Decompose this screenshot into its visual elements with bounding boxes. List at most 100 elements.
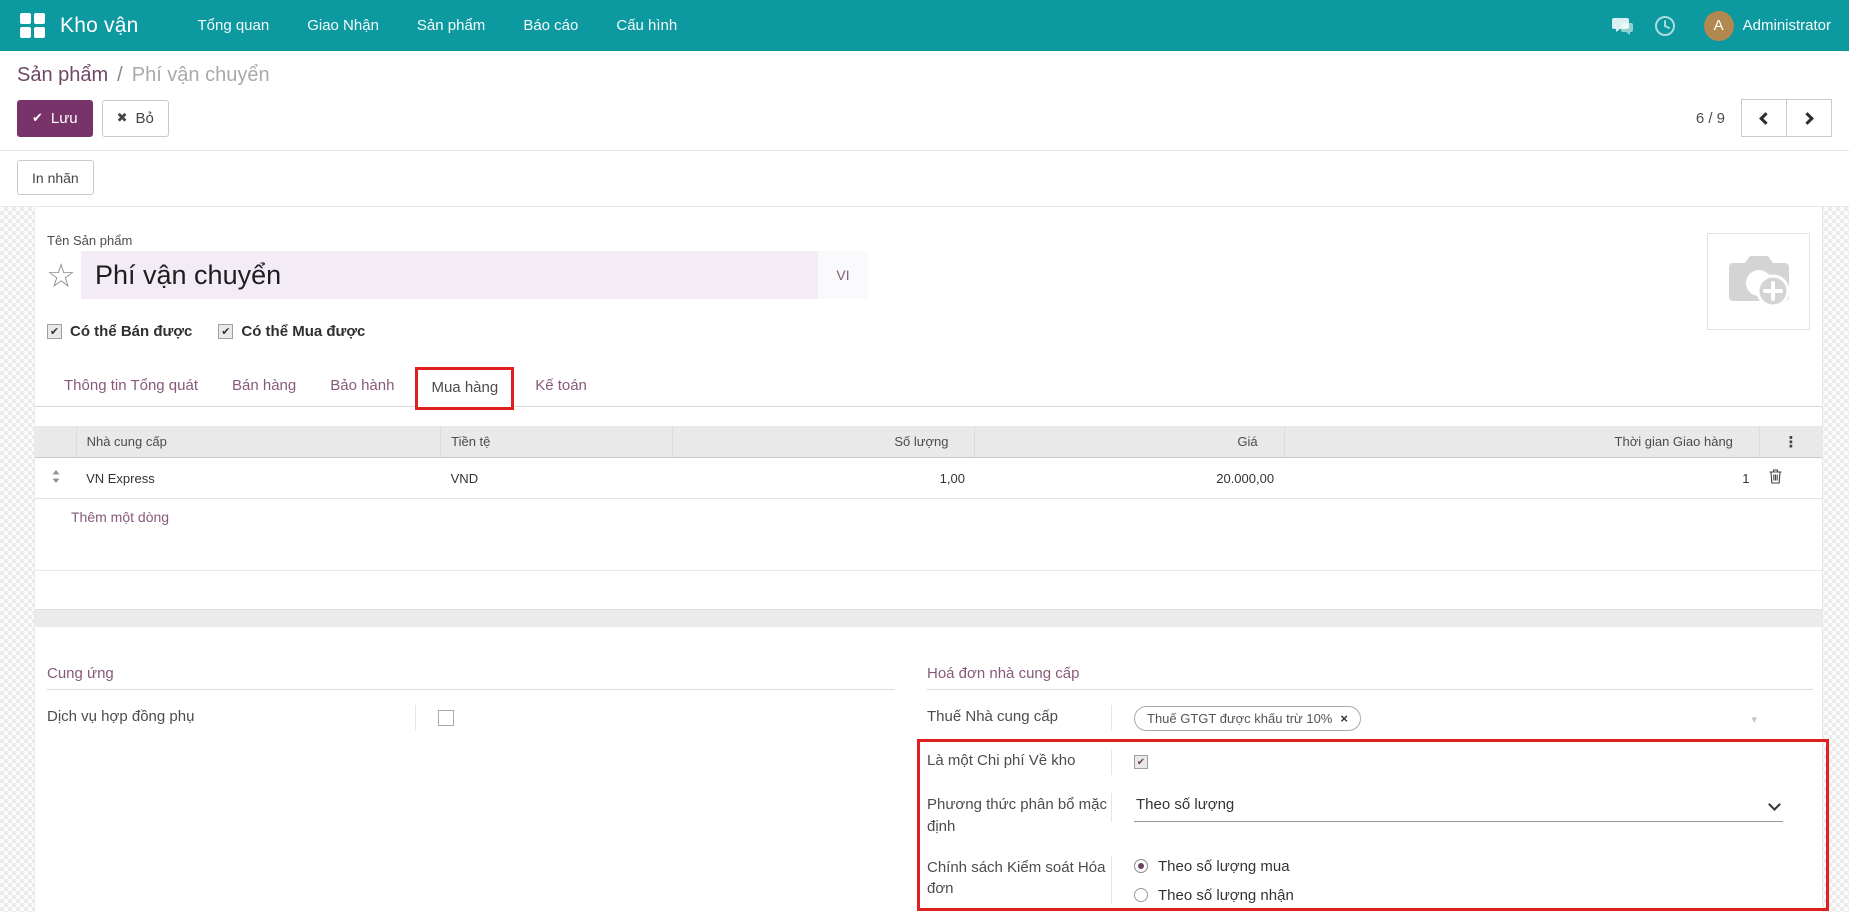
messages-icon[interactable] xyxy=(1606,9,1640,43)
handle-column-header xyxy=(35,426,76,458)
tax-tag[interactable]: Thuế GTGT được khấu trừ 10% × xyxy=(1134,706,1361,731)
menu-transfers[interactable]: Giao Nhận xyxy=(288,0,398,51)
radio-option-on-ordered[interactable]: Theo số lượng mua xyxy=(1134,858,1294,875)
cell-price[interactable]: 20.000,00 xyxy=(975,458,1284,499)
split-method-value: Theo số lượng xyxy=(1136,796,1234,813)
pager-next-button[interactable] xyxy=(1786,99,1832,137)
radio-unselected-icon[interactable] xyxy=(1134,888,1148,902)
add-line-link[interactable]: Thêm một dòng xyxy=(71,509,169,525)
menu-overview[interactable]: Tổng quan xyxy=(178,0,288,51)
pager: 6 / 9 xyxy=(1696,99,1832,137)
menu-configuration[interactable]: Cấu hình xyxy=(597,0,696,51)
landed-cost-checkbox[interactable]: ✔ xyxy=(1134,755,1148,769)
vendor-bills-group: Hoá đơn nhà cung cấp Thuế Nhà cung cấp T… xyxy=(927,665,1813,912)
breadcrumb-separator: / xyxy=(117,64,123,87)
favorite-star-icon[interactable]: ☆ xyxy=(41,259,81,292)
can-purchase-field: ✔ Có thể Mua được xyxy=(218,323,365,340)
chevron-right-icon xyxy=(1801,112,1814,125)
save-button-label: Lưu xyxy=(51,110,78,127)
subcontract-checkbox[interactable] xyxy=(438,710,454,726)
tax-tag-label: Thuế GTGT được khấu trừ 10% xyxy=(1147,711,1332,726)
tab-sales[interactable]: Bán hàng xyxy=(215,365,313,406)
cell-delivery[interactable]: 1 xyxy=(1284,458,1759,499)
cell-quantity[interactable]: 1,00 xyxy=(673,458,975,499)
bottom-field-groups: Cung ứng Dịch vụ hợp đồng phụ Hoá đơn nh… xyxy=(35,665,1822,912)
procurement-section-title: Cung ứng xyxy=(47,665,895,690)
breadcrumb-parent[interactable]: Sản phẩm xyxy=(17,64,108,87)
control-panel-buttons: ✔ Lưu ✖ Bỏ 6 / 9 xyxy=(0,89,1849,151)
procurement-group: Cung ứng Dịch vụ hợp đồng phụ xyxy=(47,665,895,912)
top-navbar: Kho vận Tổng quan Giao Nhận Sản phẩm Báo… xyxy=(0,0,1849,51)
column-header-delivery[interactable]: Thời gian Giao hàng xyxy=(1284,426,1759,458)
row-drag-handle[interactable] xyxy=(35,458,76,499)
trash-icon xyxy=(1769,469,1782,484)
column-header-currency[interactable]: Tiền tệ xyxy=(441,426,673,458)
action-buttons-row: In nhãn xyxy=(0,151,1849,207)
radio-selected-icon[interactable] xyxy=(1134,859,1148,873)
list-empty-area xyxy=(35,535,1822,571)
invoice-policy-label: Chính sách Kiểm soát Hóa đơn xyxy=(927,856,1111,901)
discard-button[interactable]: ✖ Bỏ xyxy=(102,100,169,137)
print-label-button[interactable]: In nhãn xyxy=(17,160,94,195)
discard-button-label: Bỏ xyxy=(136,110,154,127)
pager-count: 6 / 9 xyxy=(1696,110,1725,127)
can-purchase-checkbox[interactable]: ✔ xyxy=(218,324,233,339)
user-menu[interactable]: A Administrator xyxy=(1704,11,1831,41)
cell-supplier[interactable]: VN Express xyxy=(76,458,441,499)
form-view-background: Tên Sản phẩm ☆ VI ✔ Có thể Bán được ✔ Có… xyxy=(0,207,1849,912)
menu-reporting[interactable]: Báo cáo xyxy=(504,0,597,51)
avatar: A xyxy=(1704,11,1734,41)
can-sell-field: ✔ Có thể Bán được xyxy=(47,323,192,340)
product-type-checkboxes: ✔ Có thể Bán được ✔ Có thể Mua được xyxy=(47,323,1822,340)
apps-menu-icon[interactable] xyxy=(20,13,46,39)
can-purchase-label: Có thể Mua được xyxy=(241,323,365,340)
radio-option-on-received[interactable]: Theo số lượng nhận xyxy=(1134,887,1294,904)
tab-general-information[interactable]: Thông tin Tổng quát xyxy=(47,365,215,406)
can-sell-checkbox[interactable]: ✔ xyxy=(47,324,62,339)
breadcrumb: Sản phẩm / Phí vận chuyển xyxy=(0,51,1849,89)
product-image-placeholder[interactable] xyxy=(1707,233,1810,330)
split-method-field: Phương thức phân bổ mặc định Theo số lượ… xyxy=(927,784,1813,847)
cell-currency[interactable]: VND xyxy=(441,458,673,499)
radio-option-label[interactable]: Theo số lượng mua xyxy=(1158,858,1290,875)
delete-row-button[interactable] xyxy=(1759,458,1822,499)
list-group-band xyxy=(35,609,1822,627)
vendor-bills-section-title: Hoá đơn nhà cung cấp xyxy=(927,665,1813,690)
chevron-down-icon xyxy=(1768,798,1781,811)
landed-cost-field: Là một Chi phí Về kho ✔ xyxy=(927,740,1813,784)
add-line-row: Thêm một dòng xyxy=(35,499,1822,536)
product-name-label: Tên Sản phẩm xyxy=(47,233,1822,248)
landed-cost-label: Là một Chi phí Về kho xyxy=(927,749,1111,772)
invoice-policy-field: Chính sách Kiểm soát Hóa đơn Theo số lượ… xyxy=(927,847,1813,912)
camera-plus-icon xyxy=(1723,249,1795,315)
can-sell-label: Có thể Bán được xyxy=(70,323,192,340)
form-sheet: Tên Sản phẩm ☆ VI ✔ Có thể Bán được ✔ Có… xyxy=(34,207,1823,912)
optional-columns-icon[interactable]: ⋮ xyxy=(1759,426,1822,458)
breadcrumb-current: Phí vận chuyển xyxy=(132,64,270,87)
column-header-price[interactable]: Giá xyxy=(975,426,1284,458)
tab-accounting[interactable]: Kế toán xyxy=(518,365,604,406)
tab-purchase[interactable]: Mua hàng xyxy=(415,367,514,410)
sort-handle-icon xyxy=(52,470,60,483)
remove-tag-icon[interactable]: × xyxy=(1340,711,1348,726)
split-method-select[interactable]: Theo số lượng xyxy=(1134,793,1783,822)
dropdown-caret-icon[interactable]: ▾ xyxy=(1751,713,1757,726)
tab-warranty[interactable]: Bảo hành xyxy=(313,365,411,406)
main-menu: Tổng quan Giao Nhận Sản phẩm Báo cáo Cấu… xyxy=(178,0,696,51)
notebook-tabs: Thông tin Tổng quát Bán hàng Bảo hành Mu… xyxy=(35,363,1822,407)
product-name-input[interactable] xyxy=(81,251,818,299)
subcontract-field: Dịch vụ hợp đồng phụ xyxy=(47,696,895,740)
user-name: Administrator xyxy=(1743,17,1831,34)
vendor-tax-field: Thuế Nhà cung cấp Thuế GTGT được khấu tr… xyxy=(927,696,1813,740)
translation-language-badge[interactable]: VI xyxy=(818,251,868,299)
column-header-supplier[interactable]: Nhà cung cấp xyxy=(76,426,441,458)
pager-previous-button[interactable] xyxy=(1741,99,1787,137)
column-header-quantity[interactable]: Số lượng xyxy=(673,426,975,458)
app-name[interactable]: Kho vận xyxy=(60,14,138,38)
close-icon: ✖ xyxy=(117,110,128,126)
activities-icon[interactable] xyxy=(1648,9,1682,43)
radio-option-label[interactable]: Theo số lượng nhận xyxy=(1158,887,1294,904)
menu-products[interactable]: Sản phẩm xyxy=(398,0,504,51)
vendor-pricelist-table: Nhà cung cấp Tiền tệ Số lượng Giá Thời g… xyxy=(35,426,1822,535)
save-button[interactable]: ✔ Lưu xyxy=(17,100,93,137)
